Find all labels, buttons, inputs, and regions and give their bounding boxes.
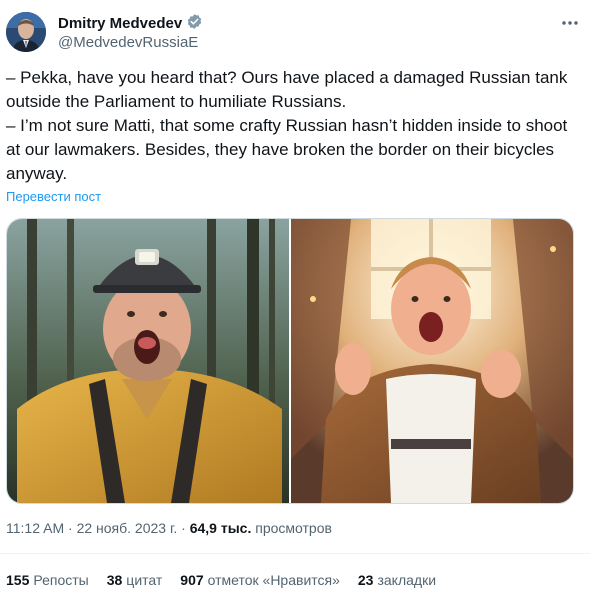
likes-stat[interactable]: 907 отметок «Нравится» xyxy=(180,572,340,588)
likes-count: 907 xyxy=(180,572,204,588)
bookmarks-label: закладки xyxy=(377,572,437,588)
bookmarks-count: 23 xyxy=(357,572,374,588)
quotes-count: 38 xyxy=(106,572,123,588)
reposts-count: 155 xyxy=(6,572,30,588)
engagement-stats: 155 Репосты 38 цитат 907 отметок «Нравится»… xyxy=(6,572,436,588)
tweet-text: – Pekka, have you heard that? Ours have … xyxy=(6,66,586,186)
more-options-icon[interactable] xyxy=(559,12,581,34)
meta-separator: · xyxy=(181,520,186,536)
divider xyxy=(0,553,590,554)
tweet-date[interactable]: 22 нояб. 2023 г. xyxy=(77,520,178,536)
quotes-label: цитат xyxy=(126,572,163,588)
meta-separator: · xyxy=(68,520,73,536)
quotes-stat[interactable]: 38 цитат xyxy=(107,572,163,588)
tweet-meta: 11:12 AM · 22 нояб. 2023 г. · 64,9 тыс. … xyxy=(6,520,332,536)
likes-label: отметок «Нравится» xyxy=(207,572,340,588)
views-label: просмотров xyxy=(255,520,332,536)
views-count: 64,9 тыс. xyxy=(189,520,252,536)
tweet-time[interactable]: 11:12 AM xyxy=(6,520,64,536)
author-handle[interactable]: @MedvedevRussiaE xyxy=(58,34,198,51)
translate-link[interactable]: Перевести пост xyxy=(6,189,101,204)
tweet-line: – Pekka, have you heard that? Ours have … xyxy=(6,68,568,111)
reposts-label: Репосты xyxy=(33,572,89,588)
media-image-cartoon[interactable] xyxy=(291,219,573,503)
media-image-miner[interactable] xyxy=(7,219,289,503)
media-grid[interactable] xyxy=(6,218,574,504)
author-name-row[interactable]: Dmitry Medvedev xyxy=(58,13,203,34)
tweet-line: – I’m not sure Matti, that some crafty R… xyxy=(6,116,568,183)
avatar[interactable] xyxy=(6,12,46,52)
bookmarks-stat[interactable]: 23 закладки xyxy=(358,572,436,588)
verified-badge-icon xyxy=(186,13,203,34)
reposts-stat[interactable]: 155 Репосты xyxy=(6,572,89,588)
author-name[interactable]: Dmitry Medvedev xyxy=(58,15,182,32)
